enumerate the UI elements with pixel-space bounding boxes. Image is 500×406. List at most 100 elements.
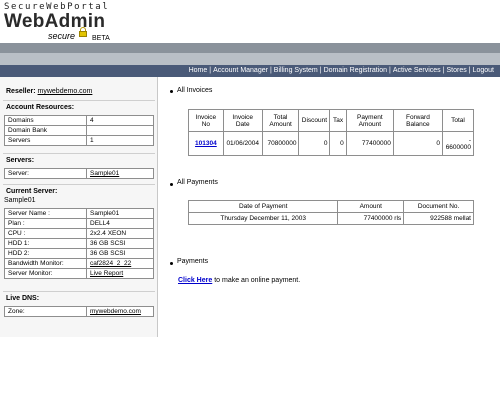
server-prop-value: Live Report	[86, 268, 154, 279]
server-link[interactable]: Sample01	[90, 170, 119, 177]
zone-link[interactable]: mywebdemo.com	[90, 308, 141, 315]
server-prop-key: Server Name :	[4, 208, 87, 219]
tax-cell: 0	[329, 131, 347, 156]
server-prop-key: Bandwidth Monitor:	[4, 258, 87, 269]
table-header-row: Invoice No Invoice Date Total Amount Dis…	[188, 109, 475, 132]
nav-domain-registration[interactable]: Domain Registration	[324, 67, 387, 74]
live-dns-title: Live DNS:	[6, 295, 40, 302]
column-header: Date of Payment	[187, 200, 339, 213]
column-header: Forward Balance	[392, 109, 443, 132]
column-header: Total Amount	[261, 109, 300, 132]
bullet-icon	[170, 262, 173, 265]
server-prop-key: CPU :	[4, 228, 87, 239]
table-row: Server: Sample01	[4, 168, 154, 179]
forward-balance-cell: 0	[392, 131, 443, 156]
nav-separator: |	[389, 67, 391, 74]
online-payment-line: Click Here to make an online payment.	[178, 277, 300, 284]
server-prop-key: HDD 2:	[4, 248, 87, 259]
brand-secure-label: secure	[48, 31, 76, 41]
current-server-name: Sample01	[4, 197, 36, 204]
column-header: Invoice No	[188, 109, 224, 132]
total-amount-cell: 70800000	[261, 131, 300, 156]
resource-value: 1	[86, 135, 154, 146]
column-header: Payment Amount	[345, 109, 394, 132]
table-row: Plan : DELL4	[4, 218, 154, 229]
nav-menu: Home | Account Manager | Billing System | Doma…	[189, 67, 494, 74]
table-row: Domain Bank	[4, 125, 154, 136]
payment-amount-cell: 77400000 rls	[337, 212, 405, 225]
invoice-link[interactable]: 101304	[195, 140, 217, 147]
online-payment-text: to make an online payment.	[214, 277, 301, 284]
table-row: HDD 1: 36 GB SCSI	[4, 238, 154, 249]
brand-title: WebAdmin	[4, 11, 106, 32]
server-prop-value: caf2824_2_22	[86, 258, 154, 269]
server-prop-value: 36 GB SCSI	[86, 238, 154, 249]
table-row: CPU :2x2.4 XEON	[4, 228, 154, 239]
nav-home[interactable]: Home	[189, 67, 208, 74]
resource-value	[86, 125, 154, 136]
document-no-cell: 922588 mellat	[403, 212, 474, 225]
nav-billing-system[interactable]: Billing System	[274, 67, 318, 74]
reseller-link[interactable]: mywebdemo.com	[38, 88, 93, 95]
account-resources-title: Account Resources:	[6, 104, 75, 111]
bandwidth-monitor-link[interactable]: caf2824_2_22	[90, 260, 131, 267]
table-row: Servers 1	[4, 135, 154, 146]
invoice-no-cell: 101304	[188, 131, 224, 156]
server-prop-value: 36 GB SCSI	[86, 248, 154, 259]
nav-separator: |	[468, 67, 471, 74]
nav-account-manager[interactable]: Account Manager	[213, 67, 268, 74]
server-prop-value: DELL4	[86, 218, 154, 229]
column-header: Invoice Date	[222, 109, 263, 132]
resource-value: 4	[86, 115, 154, 126]
dns-key: Zone:	[4, 306, 87, 317]
table-row: Bandwidth Monitor: caf2824_2_22	[4, 258, 154, 269]
payment-date-cell: Thursday December 11, 2003	[187, 212, 339, 225]
reseller-label-text: Reseller:	[6, 88, 36, 95]
click-here-link[interactable]: Click Here	[178, 277, 212, 284]
server-prop-key: Plan :	[4, 218, 87, 229]
server-prop-key: HDD 1:	[4, 238, 87, 249]
resource-key: Servers	[4, 135, 87, 146]
current-server-title: Current Server:	[6, 188, 58, 195]
nav-active-services[interactable]: Active Services	[393, 67, 441, 74]
table-row: 101304 01/06/2004 70800000 0 0 77400000 …	[188, 131, 475, 156]
server-prop-value: Sample01	[86, 208, 154, 219]
resource-key: Domain Bank	[4, 125, 87, 136]
table-row: Thursday December 11, 2003 77400000 rls …	[187, 212, 474, 225]
sidebar: Reseller: mywebdemo.com Account Resource…	[0, 77, 158, 337]
server-value: Sample01	[86, 168, 154, 179]
header-band-light	[0, 53, 500, 65]
servers-table: Server: Sample01	[4, 168, 154, 179]
column-header: Total	[441, 109, 475, 132]
live-dns-table: Zone: mywebdemo.com	[4, 306, 154, 317]
current-server-table: Server Name : Sample01 Plan : DELL4 CPU :2…	[4, 208, 154, 279]
payment-amount-cell: 77400000	[345, 131, 394, 156]
nav-separator: |	[319, 67, 322, 74]
server-key: Server:	[4, 168, 87, 179]
divider	[3, 291, 155, 292]
servers-title: Servers:	[6, 157, 35, 164]
divider	[3, 153, 155, 154]
column-header: Document No.	[403, 200, 474, 213]
live-report-link[interactable]: Live Report	[90, 270, 123, 277]
nav-stores[interactable]: Stores	[447, 67, 467, 74]
all-invoices-title: All Invoices	[177, 87, 213, 94]
discount-cell: 0	[298, 131, 331, 156]
payments-title: Payments	[177, 258, 209, 265]
column-header: Discount	[298, 109, 331, 132]
lock-icon	[79, 27, 87, 38]
table-header-row: Date of Payment Amount Document No.	[187, 200, 474, 213]
bullet-icon	[170, 90, 173, 93]
nav-logout[interactable]: Logout	[473, 67, 494, 74]
account-resources-table: Domains 4 Domain Bank Servers 1	[4, 115, 154, 146]
all-payments-title: All Payments	[177, 179, 218, 186]
divider	[3, 184, 155, 185]
nav-separator: |	[209, 67, 212, 74]
nav-separator: |	[442, 67, 445, 74]
server-prop-value: 2x2.4 XEON	[86, 228, 154, 239]
total-cell: - 6600000	[441, 131, 475, 156]
table-row: Server Name : Sample01	[4, 208, 154, 219]
reseller-label: Reseller: mywebdemo.com	[6, 88, 92, 95]
nav-bar: Home | Account Manager | Billing System | Doma…	[0, 65, 500, 77]
table-row: Server Monitor: Live Report	[4, 268, 154, 279]
